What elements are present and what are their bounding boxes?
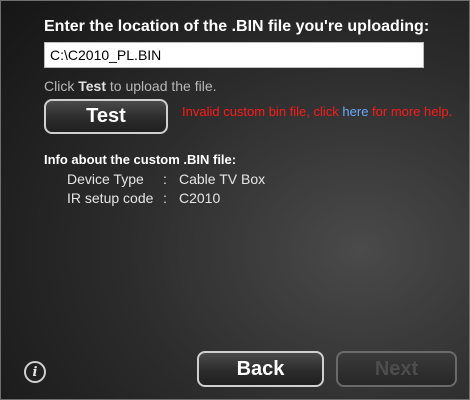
hint-bold: Test	[78, 78, 106, 94]
upload-hint: Click Test to upload the file.	[44, 78, 217, 94]
test-button-label: Test	[86, 105, 126, 127]
back-button[interactable]: Back	[197, 351, 324, 387]
hint-prefix: Click	[44, 78, 79, 94]
info-key: Device Type	[67, 171, 144, 187]
info-value: Cable TV Box	[179, 171, 266, 187]
dialog-frame: Enter the location of the .BIN file you'…	[0, 0, 470, 400]
error-message: Invalid custom bin file, click here for …	[182, 103, 457, 121]
error-prefix: Invalid custom bin file, click	[182, 104, 343, 119]
test-button[interactable]: Test	[44, 99, 168, 134]
info-separator: :	[163, 190, 167, 206]
info-key: IR setup code	[67, 190, 154, 206]
next-button-label: Next	[374, 357, 419, 380]
info-value: C2010	[179, 190, 221, 206]
hint-suffix: to upload the file.	[105, 78, 217, 94]
info-row-device-type: Device Type: Cable TV Box	[67, 171, 265, 187]
next-button[interactable]: Next	[336, 351, 457, 387]
error-suffix: for more help.	[368, 104, 453, 119]
help-link[interactable]: here	[342, 104, 368, 119]
info-icon[interactable]: i	[24, 361, 46, 383]
back-button-label: Back	[236, 357, 285, 380]
info-heading: Info about the custom .BIN file:	[44, 152, 237, 167]
upload-heading: Enter the location of the .BIN file you'…	[44, 18, 430, 35]
bin-path-input[interactable]	[44, 42, 424, 68]
info-row-ir-setup-code: IR setup code: C2010	[67, 190, 220, 206]
info-separator: :	[163, 171, 167, 187]
